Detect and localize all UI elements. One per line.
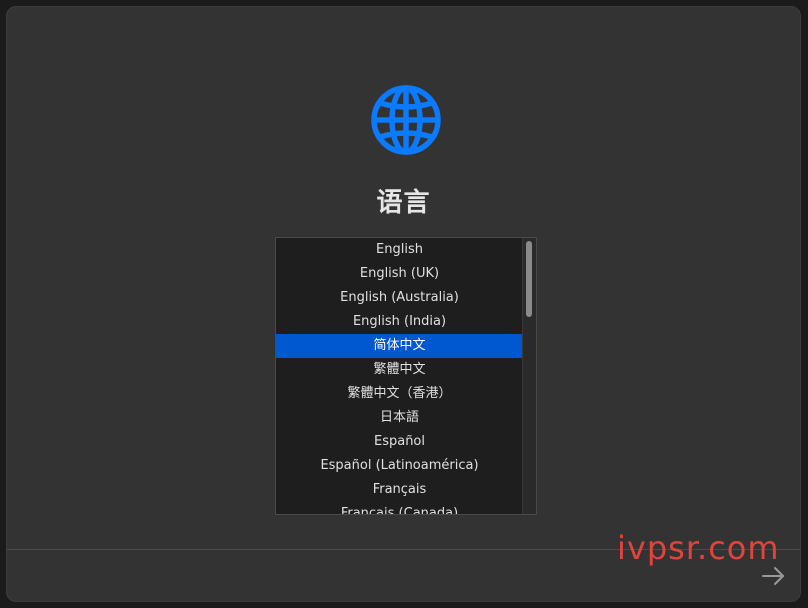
language-list[interactable]: English English (UK) English (Australia)…	[275, 237, 537, 515]
language-option[interactable]: English (India)	[276, 310, 523, 334]
scrollbar-thumb[interactable]	[526, 241, 532, 317]
language-option[interactable]: 繁體中文	[276, 358, 523, 382]
language-option[interactable]: 繁體中文（香港）	[276, 382, 523, 406]
language-option-selected[interactable]: 简体中文	[276, 334, 523, 358]
language-option[interactable]: Español (Latinoamérica)	[276, 454, 523, 478]
language-option[interactable]: Español	[276, 430, 523, 454]
language-option[interactable]: English	[276, 238, 523, 262]
language-option[interactable]: English (Australia)	[276, 286, 523, 310]
setup-window: 语言 English English (UK) English (Austral…	[6, 6, 801, 602]
next-button[interactable]	[759, 563, 787, 589]
language-option[interactable]: English (UK)	[276, 262, 523, 286]
arrow-right-icon	[762, 567, 784, 585]
language-option[interactable]: Français	[276, 478, 523, 502]
language-option[interactable]: 日本語	[276, 406, 523, 430]
page-title: 语言	[376, 188, 431, 218]
globe-icon	[371, 85, 441, 155]
watermark: ivpsr.com	[617, 529, 780, 567]
language-option[interactable]: Français (Canada)	[276, 502, 523, 514]
language-list-items: English English (UK) English (Australia)…	[276, 238, 523, 514]
list-scrollbar[interactable]	[522, 238, 536, 514]
